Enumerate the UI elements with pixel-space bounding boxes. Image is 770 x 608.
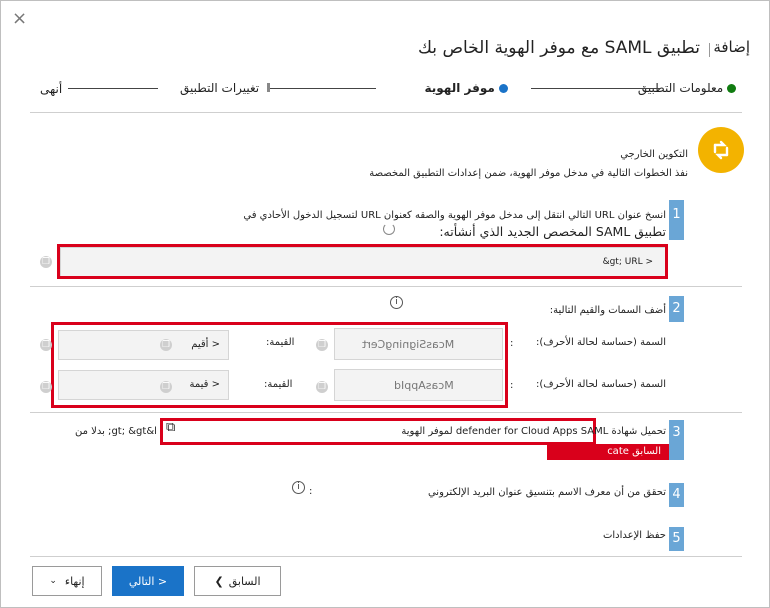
footer-divider xyxy=(30,556,742,557)
step-app-changes-label: تغييرات التطبيق xyxy=(180,81,260,95)
sync-icon xyxy=(698,127,744,173)
current-step-icon xyxy=(499,84,508,93)
attribute-label-1: السمة (حساسة لحالة الأحرف): xyxy=(536,337,666,348)
step-finish[interactable]: أنهى xyxy=(40,82,62,96)
copy-icon[interactable]: ❐ xyxy=(160,339,172,351)
attribute-value-2: McasAppId xyxy=(394,379,454,392)
step-connector xyxy=(68,88,158,89)
step-marker-icon xyxy=(266,83,270,92)
step-4-number: 4 xyxy=(669,483,684,507)
divider xyxy=(30,286,742,287)
step-identity-provider[interactable]: موفر الهوية xyxy=(424,81,508,95)
copy-icon[interactable]: ❐ xyxy=(40,339,52,351)
step-2-text: أضف السمات والقيم التالية: xyxy=(549,305,666,316)
step-1-number: 1 xyxy=(669,200,684,240)
next-button[interactable]: التالي > xyxy=(112,566,184,596)
step-3-text[interactable]: تحميل شهادة defender for Cloud Apps SAML… xyxy=(401,426,666,437)
copy-icon[interactable]: ❐ xyxy=(160,381,172,393)
step-connector xyxy=(269,88,376,89)
divider xyxy=(30,412,742,413)
attribute-label-2: السمة (حساسة لحالة الأحرف): xyxy=(536,379,666,390)
step-4-separator: : xyxy=(309,486,313,497)
finish-button-label: إنهاء xyxy=(64,574,85,588)
step-connector xyxy=(531,88,661,89)
info-icon[interactable]: i xyxy=(292,481,305,494)
value-value-1: < أقيم xyxy=(191,339,220,350)
step-1-text: انسخ عنوان URL التالي انتقل إلى مدخل موف… xyxy=(243,210,666,221)
finish-button[interactable]: ⌄ إنهاء xyxy=(32,566,102,596)
attribute-separator: : xyxy=(510,338,514,349)
info-icon[interactable]: i xyxy=(390,296,403,309)
highlight-url xyxy=(57,244,668,279)
copy-icon[interactable]: ❐ xyxy=(316,339,328,351)
title-separator xyxy=(709,43,710,57)
scrollbar[interactable] xyxy=(760,120,770,560)
copy-icon[interactable]: ❐ xyxy=(316,381,328,393)
download-icon[interactable]: ⧉ xyxy=(166,420,175,435)
check-icon xyxy=(727,84,736,93)
attribute-value-1: McasSigningCert xyxy=(361,338,454,351)
step-5-text: حفظ الإعدادات xyxy=(602,530,666,541)
close-icon[interactable]: × xyxy=(12,8,27,29)
chevron-left-icon: ❮ xyxy=(214,574,224,588)
value-label-1: القيمة: xyxy=(266,337,295,348)
copy-icon[interactable]: ❐ xyxy=(40,256,52,268)
section-heading: التكوين الخارجي xyxy=(620,149,688,160)
value-field-2[interactable]: < قيمة xyxy=(58,370,229,400)
back-button-label: السابق xyxy=(228,574,261,588)
section-description: نفذ الخطوات التالية في مدخل موفر الهوية،… xyxy=(369,168,688,179)
step-app-changes[interactable]: تغييرات التطبيق xyxy=(180,81,270,95)
attribute-separator: : xyxy=(510,380,514,391)
loading-icon xyxy=(383,223,395,235)
step-1-subtext: تطبيق SAML المخصص الجديد الذي أنشأته: xyxy=(439,224,666,239)
attribute-field-2[interactable]: McasAppId xyxy=(334,369,503,401)
value-label-2: القيمة: xyxy=(264,379,293,390)
step-5-number: 5 xyxy=(669,527,684,551)
back-button[interactable]: ❮ السابق xyxy=(194,566,281,596)
step-finish-label: أنهى xyxy=(40,82,63,96)
dialog-add-label: إضافة xyxy=(713,38,750,56)
dialog-title: تطبيق SAML مع موفر الهوية الخاص بك xyxy=(417,38,700,58)
step-3-suffix: gt; &gt&l; بدلا من xyxy=(75,426,157,437)
highlight-bar: السابق cate xyxy=(547,444,669,460)
step-3-number: 3 xyxy=(669,420,684,460)
chevron-down-icon: ⌄ xyxy=(49,576,57,586)
step-2-number: 2 xyxy=(669,296,684,322)
external-config-badge xyxy=(698,127,744,173)
copy-icon[interactable]: ❐ xyxy=(40,381,52,393)
value-value-2: < قيمة xyxy=(189,379,221,390)
step-identity-provider-label: موفر الهوية xyxy=(424,81,495,95)
next-button-label: التالي > xyxy=(128,574,168,588)
header-divider xyxy=(30,112,742,113)
value-field-1[interactable]: < أقيم xyxy=(58,330,229,360)
step-3-extra: السابق cate xyxy=(607,446,661,457)
step-4-text: تحقق من أن معرف الاسم بتنسيق عنوان البري… xyxy=(427,487,666,498)
attribute-field-1[interactable]: McasSigningCert xyxy=(334,328,503,360)
